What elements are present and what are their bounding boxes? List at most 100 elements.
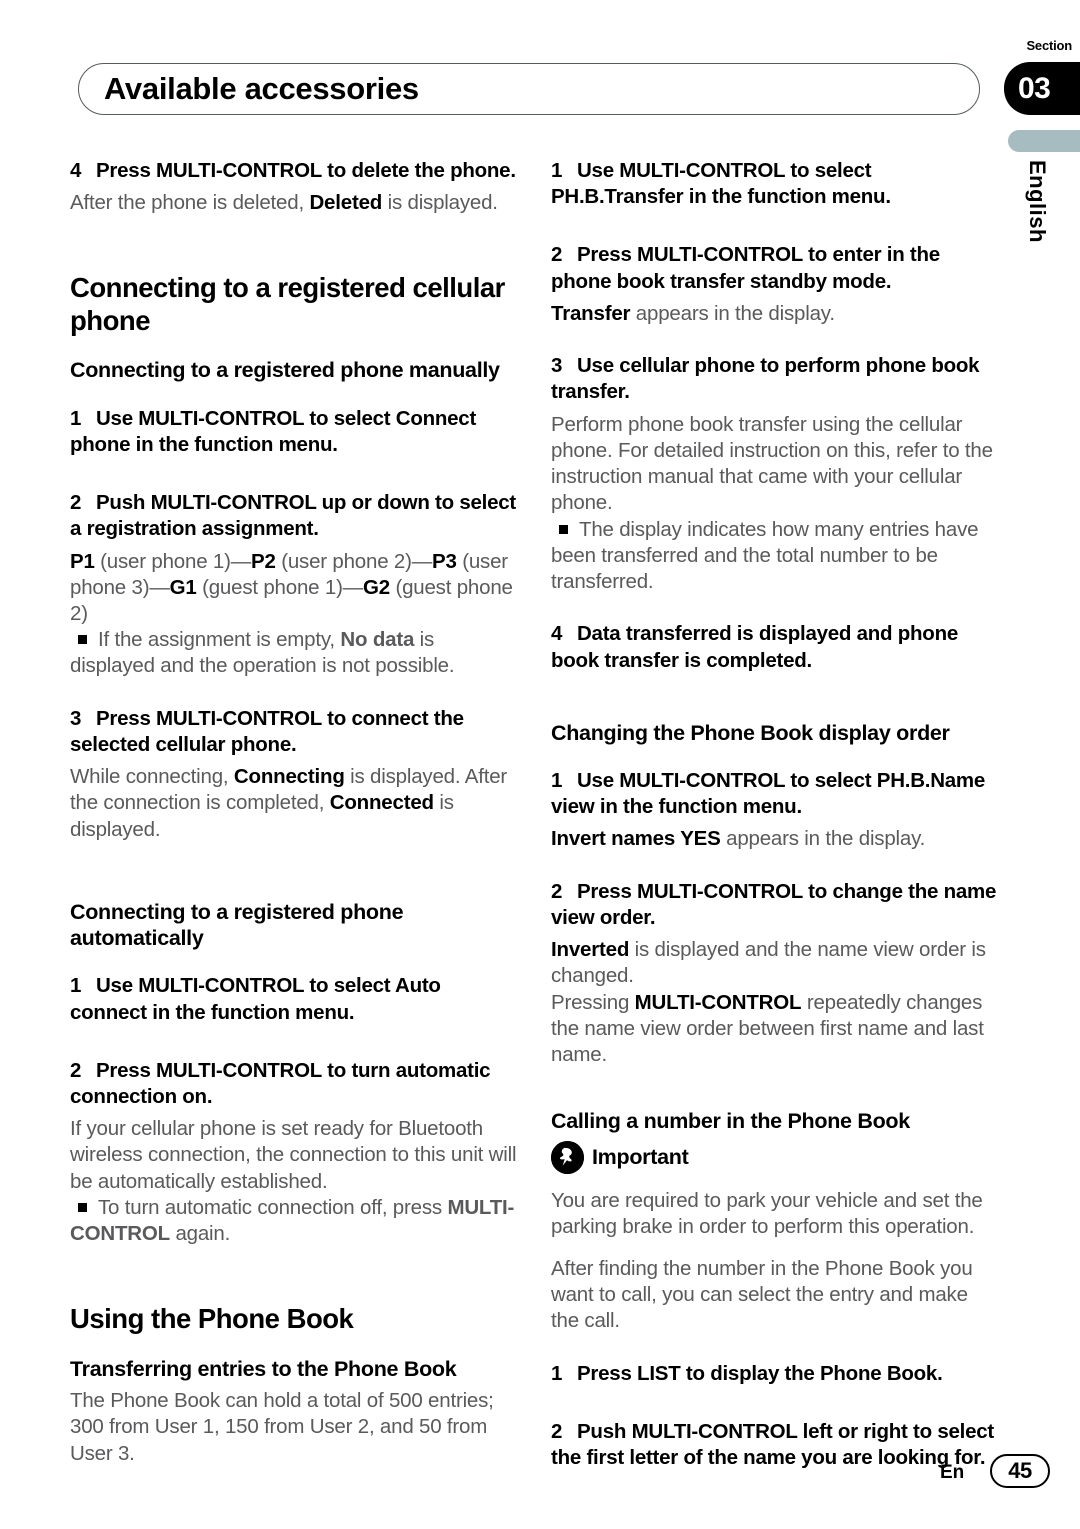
subheading-display-order: Changing the Phone Book display order xyxy=(551,720,950,745)
step-order-2-body-1: Inverted is displayed and the name view … xyxy=(551,937,1001,989)
step-text: Press MULTI-CONTROL to turn automatic co… xyxy=(70,1058,491,1108)
step-auto-2: 2 Press MULTI-CONTROL to turn automatic c… xyxy=(70,1058,520,1110)
keyword: Connecting xyxy=(233,765,345,789)
step-text: Press MULTI-CONTROL to delete the phone. xyxy=(96,159,516,182)
text-fragment: is displayed. xyxy=(382,191,498,215)
document-page: Available accessories Section 03 English… xyxy=(0,0,1080,1529)
subheading-transferring-entries: Transferring entries to the Phone Book xyxy=(70,1356,457,1381)
page-number: 45 xyxy=(1008,1458,1032,1483)
language-bar xyxy=(1008,130,1080,152)
section-number-tab: 03 xyxy=(1004,62,1080,115)
keyword: Inverted xyxy=(551,938,630,962)
keyword: Invert names YES xyxy=(551,827,721,851)
step-text: Press LIST to display the Phone Book. xyxy=(577,1361,943,1385)
keyword: MULTI-CONTROL xyxy=(634,990,802,1014)
section-number: 03 xyxy=(1018,71,1051,105)
subheading-connect-manually: Connecting to a registered phone manuall… xyxy=(70,358,500,383)
step-transfer-2: 2 Press MULTI-CONTROL to enter in the pho… xyxy=(551,242,1001,294)
step-text: Press MULTI-CONTROL to enter in the phon… xyxy=(551,243,940,293)
step-number: 2 xyxy=(551,879,563,903)
step-text: Use MULTI-CONTROL to select PH.B.Name vi… xyxy=(551,768,986,819)
step-number: 2 xyxy=(551,243,563,267)
step-text: Use MULTI-CONTROL to select Connect phon… xyxy=(70,406,477,456)
step-text: Push MULTI-CONTROL left or right to sele… xyxy=(551,1419,994,1470)
step-text: Press MULTI-CONTROL to connect the selec… xyxy=(70,706,464,756)
step-number: 2 xyxy=(70,491,82,515)
step-text: Use cellular phone to perform phone book… xyxy=(551,354,980,404)
step-number: 1 xyxy=(70,406,82,430)
text-fragment: Pressing xyxy=(551,990,635,1014)
step-manual-3: 3 Press MULTI-CONTROL to connect the sele… xyxy=(70,706,520,758)
text-fragment: appears in the display. xyxy=(720,827,926,851)
bullet-square-icon xyxy=(559,524,568,534)
step-number: 2 xyxy=(70,1058,82,1082)
section-label: Section xyxy=(1026,38,1072,53)
important-notice-header: Important xyxy=(551,1140,1001,1174)
step-transfer-4: 4 Data transferred is displayed and phone… xyxy=(551,621,1001,673)
calling-body: After finding the number in the Phone Bo… xyxy=(551,1257,973,1333)
step-number: 1 xyxy=(551,768,563,792)
step-number: 1 xyxy=(551,1361,563,1385)
note-assignment-empty: If the assignment is empty, No data is d… xyxy=(70,627,520,679)
subheading-connect-automatically: Connecting to a registered phone automat… xyxy=(70,899,404,951)
step-text: Use MULTI-CONTROL to select PH.B.Transfe… xyxy=(551,159,891,209)
step-number: 3 xyxy=(70,706,82,730)
step-manual-3-body: While connecting, Connecting is displaye… xyxy=(70,764,520,843)
pushpin-icon xyxy=(551,1140,584,1174)
text-fragment: After the phone is deleted, xyxy=(70,191,310,215)
note-entries-transferred: The display indicates how many entries h… xyxy=(551,517,1001,596)
important-body: You are required to park your vehicle an… xyxy=(551,1188,983,1238)
bullet-square-icon xyxy=(78,1202,87,1212)
bullet-square-icon xyxy=(78,635,87,645)
step-text: Use MULTI-CONTROL to select Auto connect… xyxy=(70,974,441,1024)
step-manual-2: 2 Push MULTI-CONTROL up or down to select… xyxy=(70,490,520,542)
step-text: Push MULTI-CONTROL up or down to select … xyxy=(70,491,516,541)
page-header: Available accessories xyxy=(78,63,980,115)
footer-language-code: En xyxy=(940,1462,965,1483)
step-delete-phone-body: After the phone is deleted, Deleted is d… xyxy=(70,190,520,216)
step-number: 2 xyxy=(551,1419,563,1443)
step-transfer-3: 3 Use cellular phone to perform phone boo… xyxy=(551,353,1001,405)
language-label: English xyxy=(1025,160,1050,243)
left-column: 4 Press MULTI-CONTROL to delete the phone… xyxy=(70,158,520,1467)
step-order-1-body: Invert names YES appears in the display. xyxy=(551,826,1001,852)
step-order-2: 2 Press MULTI-CONTROL to change the name … xyxy=(551,879,1001,931)
keyword: No data xyxy=(340,628,415,652)
step-order-1: 1 Use MULTI-CONTROL to select PH.B.Name v… xyxy=(551,768,1001,820)
step-transfer-2-body: Transfer appears in the display. xyxy=(551,301,1001,327)
transferring-entries-body: The Phone Book can hold a total of 500 e… xyxy=(70,1389,494,1465)
text-fragment: again. xyxy=(169,1222,231,1246)
step-delete-phone: 4 Press MULTI-CONTROL to delete the phone… xyxy=(70,158,520,184)
keyword: Deleted xyxy=(309,191,383,215)
heading-using-phone-book: Using the Phone Book xyxy=(70,1303,354,1335)
keyword: Transfer xyxy=(551,301,631,325)
step-number: 4 xyxy=(70,159,82,182)
text-fragment: appears in the display. xyxy=(630,301,835,325)
step-text: Data transferred is displayed and phone … xyxy=(551,622,958,672)
page-number-badge: 45 xyxy=(990,1454,1050,1488)
important-label: Important xyxy=(592,1144,689,1169)
step-auto-2-body: If your cellular phone is set ready for … xyxy=(70,1117,517,1193)
registration-assignments: P1 (user phone 1)—P2 (user phone 2)—P3 (… xyxy=(70,549,513,625)
step-number: 1 xyxy=(551,159,563,182)
text-fragment: The display indicates how many entries h… xyxy=(551,517,979,594)
step-number: 1 xyxy=(70,974,82,998)
text-fragment: To turn automatic connection off, press xyxy=(98,1195,448,1219)
step-call-2: 2 Push MULTI-CONTROL left or right to sel… xyxy=(551,1419,1001,1471)
step-auto-1: 1 Use MULTI-CONTROL to select Auto connec… xyxy=(70,973,520,1025)
step-transfer-1: 1 Use MULTI-CONTROL to select PH.B.Transf… xyxy=(551,158,1001,210)
step-number: 4 xyxy=(551,622,563,646)
keyword: Connected xyxy=(329,791,434,815)
step-manual-1: 1 Use MULTI-CONTROL to select Connect pho… xyxy=(70,406,520,458)
step-number: 3 xyxy=(551,354,563,378)
step-order-2-body-2: Pressing MULTI-CONTROL repeatedly change… xyxy=(551,990,1001,1069)
note-turn-auto-off: To turn automatic connection off, press … xyxy=(70,1195,520,1247)
text-fragment: If the assignment is empty, xyxy=(98,628,341,652)
right-column: 1 Use MULTI-CONTROL to select PH.B.Transf… xyxy=(551,158,1001,1477)
subheading-calling-number: Calling a number in the Phone Book xyxy=(551,1109,910,1134)
heading-connecting-registered: Connecting to a registered cellular phon… xyxy=(70,272,505,336)
step-text: Press MULTI-CONTROL to change the name v… xyxy=(551,879,997,929)
page-title: Available accessories xyxy=(104,71,419,106)
text-fragment: While connecting, xyxy=(70,765,234,789)
step-transfer-3-body: Perform phone book transfer using the ce… xyxy=(551,412,993,515)
